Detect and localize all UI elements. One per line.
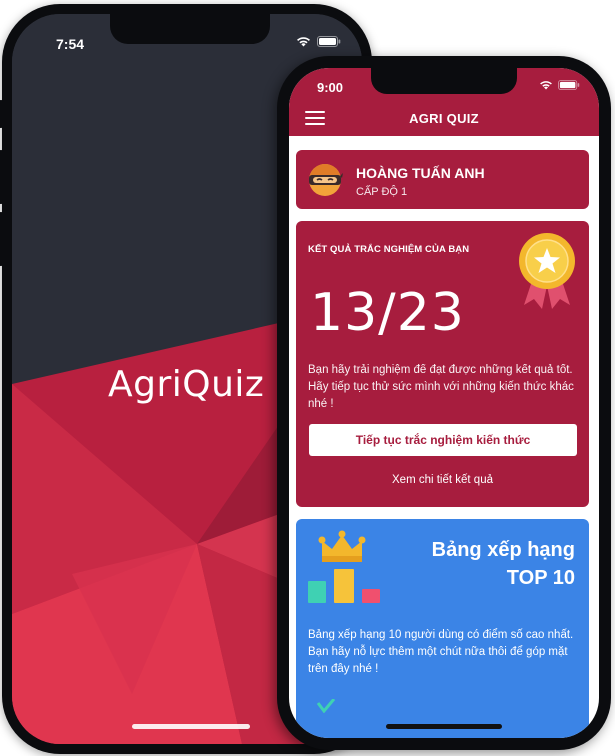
- wifi-icon: [540, 81, 552, 90]
- ranking-title: Bảng xếp hạng: [431, 539, 575, 561]
- home-indicator[interactable]: [386, 724, 502, 729]
- volume-up-button: [0, 150, 3, 204]
- battery-icon: [317, 36, 341, 47]
- splash-title: AgriQuiz: [108, 364, 265, 405]
- score-value: 13/23: [310, 283, 465, 343]
- home-indicator[interactable]: [132, 724, 250, 729]
- volume-down-button: [0, 212, 3, 266]
- phone-notch: [110, 14, 270, 44]
- view-result-detail-link[interactable]: Xem chi tiết kết quả: [296, 474, 589, 486]
- checkmark-icon: [316, 699, 336, 713]
- result-label: KẾT QUẢ TRẮC NGHIỆM CỦA BẠN: [308, 244, 470, 255]
- mute-switch: [0, 100, 3, 128]
- phone-notch: [371, 68, 517, 94]
- user-card[interactable]: HOÀNG TUẤN ANH CẤP ĐỘ 1: [296, 150, 589, 209]
- status-icons: [539, 80, 580, 90]
- battery-icon: [558, 80, 580, 90]
- crown-podium-icon: [308, 530, 380, 603]
- result-message: Bạn hãy trải nghiệm để đạt được những kế…: [308, 364, 574, 410]
- app-screen: 9:00 AGRI QUIZ HOÀNG TUẤN ANH CẤP ĐỘ 1 K…: [289, 68, 599, 738]
- ranking-subtitle: TOP 10: [506, 567, 575, 589]
- star-medal-icon: [519, 233, 575, 309]
- ranking-description: Bảng xếp hạng 10 người dùng có điểm số c…: [308, 629, 574, 675]
- result-card: KẾT QUẢ TRẮC NGHIỆM CỦA BẠN 13/23 Bạn hã…: [296, 221, 589, 507]
- app-title: AGRI QUIZ: [409, 111, 479, 126]
- continue-quiz-button[interactable]: Tiếp tục trắc nghiệm kiến thức: [309, 424, 577, 456]
- user-level: CẤP ĐỘ 1: [356, 186, 408, 198]
- wifi-icon: [297, 37, 310, 47]
- user-name: HOÀNG TUẤN ANH: [356, 165, 485, 181]
- status-icons: [296, 36, 341, 47]
- ranking-card[interactable]: Bảng xếp hạng TOP 10 Bảng xếp hạng 10 ng…: [296, 519, 589, 738]
- app-phone: 9:00 AGRI QUIZ HOÀNG TUẤN ANH CẤP ĐỘ 1 K…: [277, 56, 611, 750]
- status-time: 7:54: [56, 36, 85, 52]
- status-time: 9:00: [317, 80, 344, 95]
- app-content[interactable]: HOÀNG TUẤN ANH CẤP ĐỘ 1 KẾT QUẢ TRẮC NGH…: [289, 136, 599, 738]
- ninja-avatar-icon: [309, 163, 343, 196]
